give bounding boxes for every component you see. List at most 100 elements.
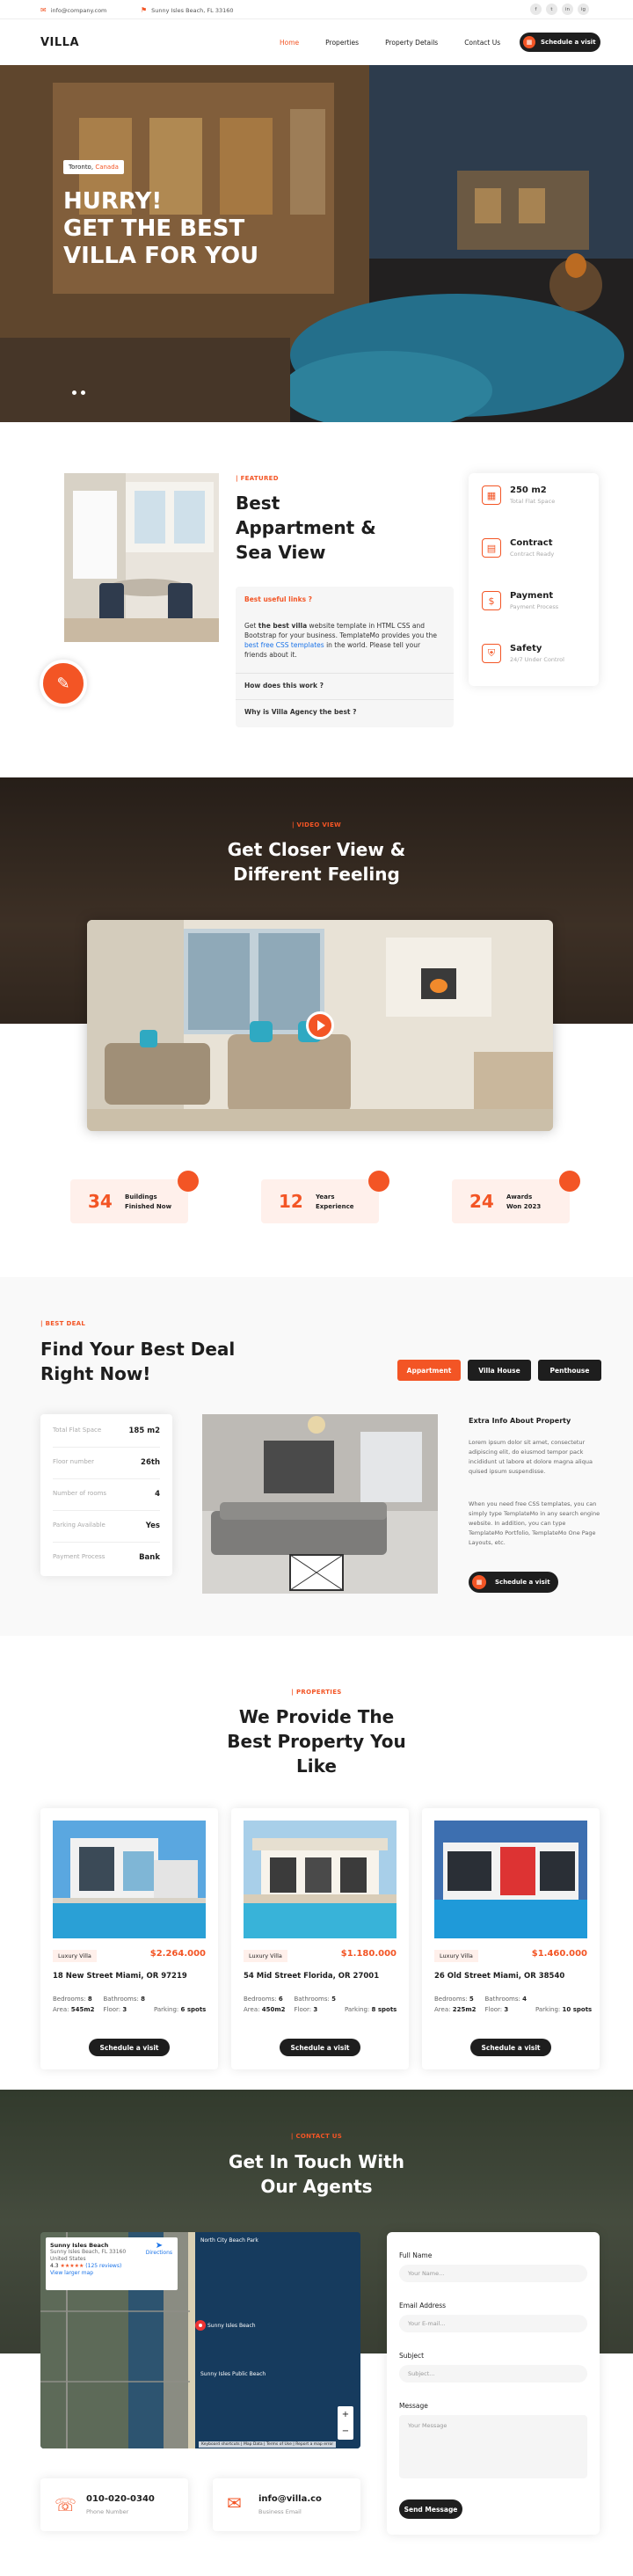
hero-location-badge: Toronto, Canada xyxy=(63,160,124,174)
fact-dot xyxy=(368,1171,389,1192)
header: VILLA Home Properties Property Details C… xyxy=(0,19,633,65)
hero-title: HURRY! GET THE BEST VILLA FOR YOU xyxy=(63,188,259,269)
deal-schedule-button[interactable]: ▦ Schedule a visit xyxy=(469,1572,558,1593)
video-frame[interactable] xyxy=(87,920,553,1131)
nav-properties[interactable]: Properties xyxy=(325,39,359,47)
property-card-2: Luxury Villa $1.180.000 54 Mid Street Fl… xyxy=(231,1808,409,2069)
property-schedule-button[interactable]: Schedule a visit xyxy=(470,2039,551,2056)
tab-appartment[interactable]: Appartment xyxy=(397,1360,461,1381)
map-embed[interactable]: Sunny Isles Beach Sunny Isles Beach, FL … xyxy=(40,2232,360,2448)
nav-property-details[interactable]: Property Details xyxy=(385,39,438,47)
map-info-card: Sunny Isles Beach Sunny Isles Beach, FL … xyxy=(46,2237,178,2290)
property-price: $1.180.000 xyxy=(340,1949,397,1959)
property-tag: Luxury Villa xyxy=(53,1950,97,1962)
email-card: ✉ info@villa.co Business Email xyxy=(213,2478,360,2531)
info-table: ▦ 250 m2 Total Flat Space ▤ Contract Contr… xyxy=(469,473,599,686)
email-input[interactable]: Your E-mail... xyxy=(399,2315,587,2332)
directions-icon: ➤ xyxy=(155,2241,164,2251)
featured-image xyxy=(64,473,219,642)
instagram-icon[interactable]: ig xyxy=(578,4,589,15)
map-pin-icon: ⚑ xyxy=(141,6,148,14)
property-image-1[interactable] xyxy=(53,1821,206,1938)
calendar-icon: ▦ xyxy=(523,36,535,48)
faq-item-2-question[interactable]: How does this work ? xyxy=(244,682,324,690)
top-bar: ✉ info@company.com ⚑ Sunny Isles Beach, … xyxy=(0,0,633,19)
property-schedule-button[interactable]: Schedule a visit xyxy=(89,2039,170,2056)
property-price: $1.460.000 xyxy=(531,1949,587,1959)
logo[interactable]: VILLA xyxy=(40,36,79,49)
deal-specs-table: Total Flat Space 185 m2 Floor number 26th … xyxy=(40,1414,172,1576)
name-label: Full Name xyxy=(399,2251,433,2259)
property-price: $2.264.000 xyxy=(149,1949,206,1959)
deal-info-title: Extra Info About Property xyxy=(469,1417,571,1425)
email-icon: ✉ xyxy=(227,2492,242,2514)
map-footer: Keyboard shortcuts | Map Data | Terms of… xyxy=(199,2441,337,2448)
fact-counter-3: 24 Awards Won 2023 xyxy=(452,1171,580,1223)
deal-title: Find Your Best Deal Right Now! xyxy=(40,1339,236,1384)
contact-title: Get In Touch With Our Agents xyxy=(229,2151,404,2197)
faq-item-3-question[interactable]: Why is Villa Agency the best ? xyxy=(244,708,356,716)
video-kicker: VIDEO VIEW xyxy=(0,821,633,828)
contact-form: Full Name Your Name... Email Address You… xyxy=(387,2232,600,2535)
topbar-email[interactable]: info@company.com xyxy=(51,7,107,14)
payment-icon: $ xyxy=(482,591,501,610)
subject-input[interactable]: Subject... xyxy=(399,2365,587,2383)
map-label-public: Sunny Isles Public Beach xyxy=(200,2371,266,2377)
directions-link[interactable]: ➤ Directions xyxy=(146,2241,172,2257)
send-message-button[interactable]: Send Message xyxy=(399,2499,462,2519)
nav-contact[interactable]: Contact Us xyxy=(464,39,500,47)
fact-counter-2: 12 Years Experience xyxy=(261,1171,389,1223)
info-item-payment: $ Payment Payment Process xyxy=(482,591,558,610)
play-video-button[interactable] xyxy=(306,1011,334,1040)
tab-penthouse[interactable]: Penthouse xyxy=(538,1360,601,1381)
zoom-in-button[interactable]: + xyxy=(338,2406,353,2423)
slider-dot[interactable] xyxy=(81,390,85,395)
subject-label: Subject xyxy=(399,2352,425,2360)
tab-villa-house[interactable]: Villa House xyxy=(468,1360,531,1381)
message-textarea[interactable]: Your Message xyxy=(399,2415,587,2478)
phone-label: Phone Number xyxy=(86,2508,129,2515)
shield-icon: ⛨ xyxy=(482,644,501,663)
email-address[interactable]: info@villa.co xyxy=(258,2494,322,2504)
topbar-address: Sunny Isles Beach, FL 33160 xyxy=(151,6,234,14)
property-schedule-button[interactable]: Schedule a visit xyxy=(280,2039,360,2056)
property-card-1: Luxury Villa $2.264.000 18 New Street Mi… xyxy=(40,1808,218,2069)
property-image-3[interactable] xyxy=(434,1821,587,1938)
property-title[interactable]: 54 Mid Street Florida, OR 27001 xyxy=(244,1972,379,1981)
video-title: Get Closer View & Different Feeling xyxy=(227,839,406,885)
deal-info-p2: When you need free CSS templates, you ca… xyxy=(469,1500,600,1546)
calendar-icon: ▦ xyxy=(472,1575,486,1589)
map-label-center: Sunny Isles Beach xyxy=(207,2323,256,2329)
info-item-space: ▦ 250 m2 Total Flat Space xyxy=(482,485,555,505)
deal-info-p1: Lorem ipsum dolor sit amet, consectetur … xyxy=(469,1439,593,1475)
floor-plan-icon: ▦ xyxy=(482,485,501,505)
twitter-icon[interactable]: t xyxy=(546,4,557,15)
faq-item-1-question[interactable]: Best useful links ? xyxy=(244,595,312,603)
slider-dots[interactable] xyxy=(72,390,85,395)
fact-dot xyxy=(559,1171,580,1192)
property-image-2[interactable] xyxy=(244,1821,397,1938)
property-title[interactable]: 18 New Street Miami, OR 97219 xyxy=(53,1972,187,1981)
zoom-out-button[interactable]: − xyxy=(338,2423,353,2440)
contact-kicker: CONTACT US xyxy=(0,2133,633,2140)
faq-item-1-answer: Get the best villa website template in H… xyxy=(244,622,437,659)
deal-tabs: Appartment Villa House Penthouse xyxy=(397,1360,601,1381)
schedule-visit-button[interactable]: ▦ Schedule a visit xyxy=(520,33,600,52)
map-zoom-controls: + − xyxy=(338,2406,353,2440)
property-tag: Luxury Villa xyxy=(244,1950,287,1962)
linkedin-icon[interactable]: in xyxy=(562,4,573,15)
facebook-icon[interactable]: f xyxy=(530,4,542,15)
envelope-icon: ✉ xyxy=(40,6,47,14)
hero-banner: Toronto, Canada HURRY! GET THE BEST VILL… xyxy=(0,65,633,422)
rating-stars-icon: ★★★★★ xyxy=(60,2263,84,2269)
slider-dot[interactable] xyxy=(72,390,76,395)
property-title[interactable]: 26 Old Street Miami, OR 38540 xyxy=(434,1972,564,1981)
fact-dot xyxy=(178,1171,199,1192)
name-input[interactable]: Your Name... xyxy=(399,2265,587,2282)
contract-icon: ▤ xyxy=(482,538,501,558)
nav-home[interactable]: Home xyxy=(280,39,299,47)
props-kicker: PROPERTIES xyxy=(0,1689,633,1696)
play-icon xyxy=(317,1020,325,1031)
phone-number[interactable]: 010-020-0340 xyxy=(86,2494,155,2504)
phone-card: ☏ 010-020-0340 Phone Number xyxy=(40,2478,188,2531)
